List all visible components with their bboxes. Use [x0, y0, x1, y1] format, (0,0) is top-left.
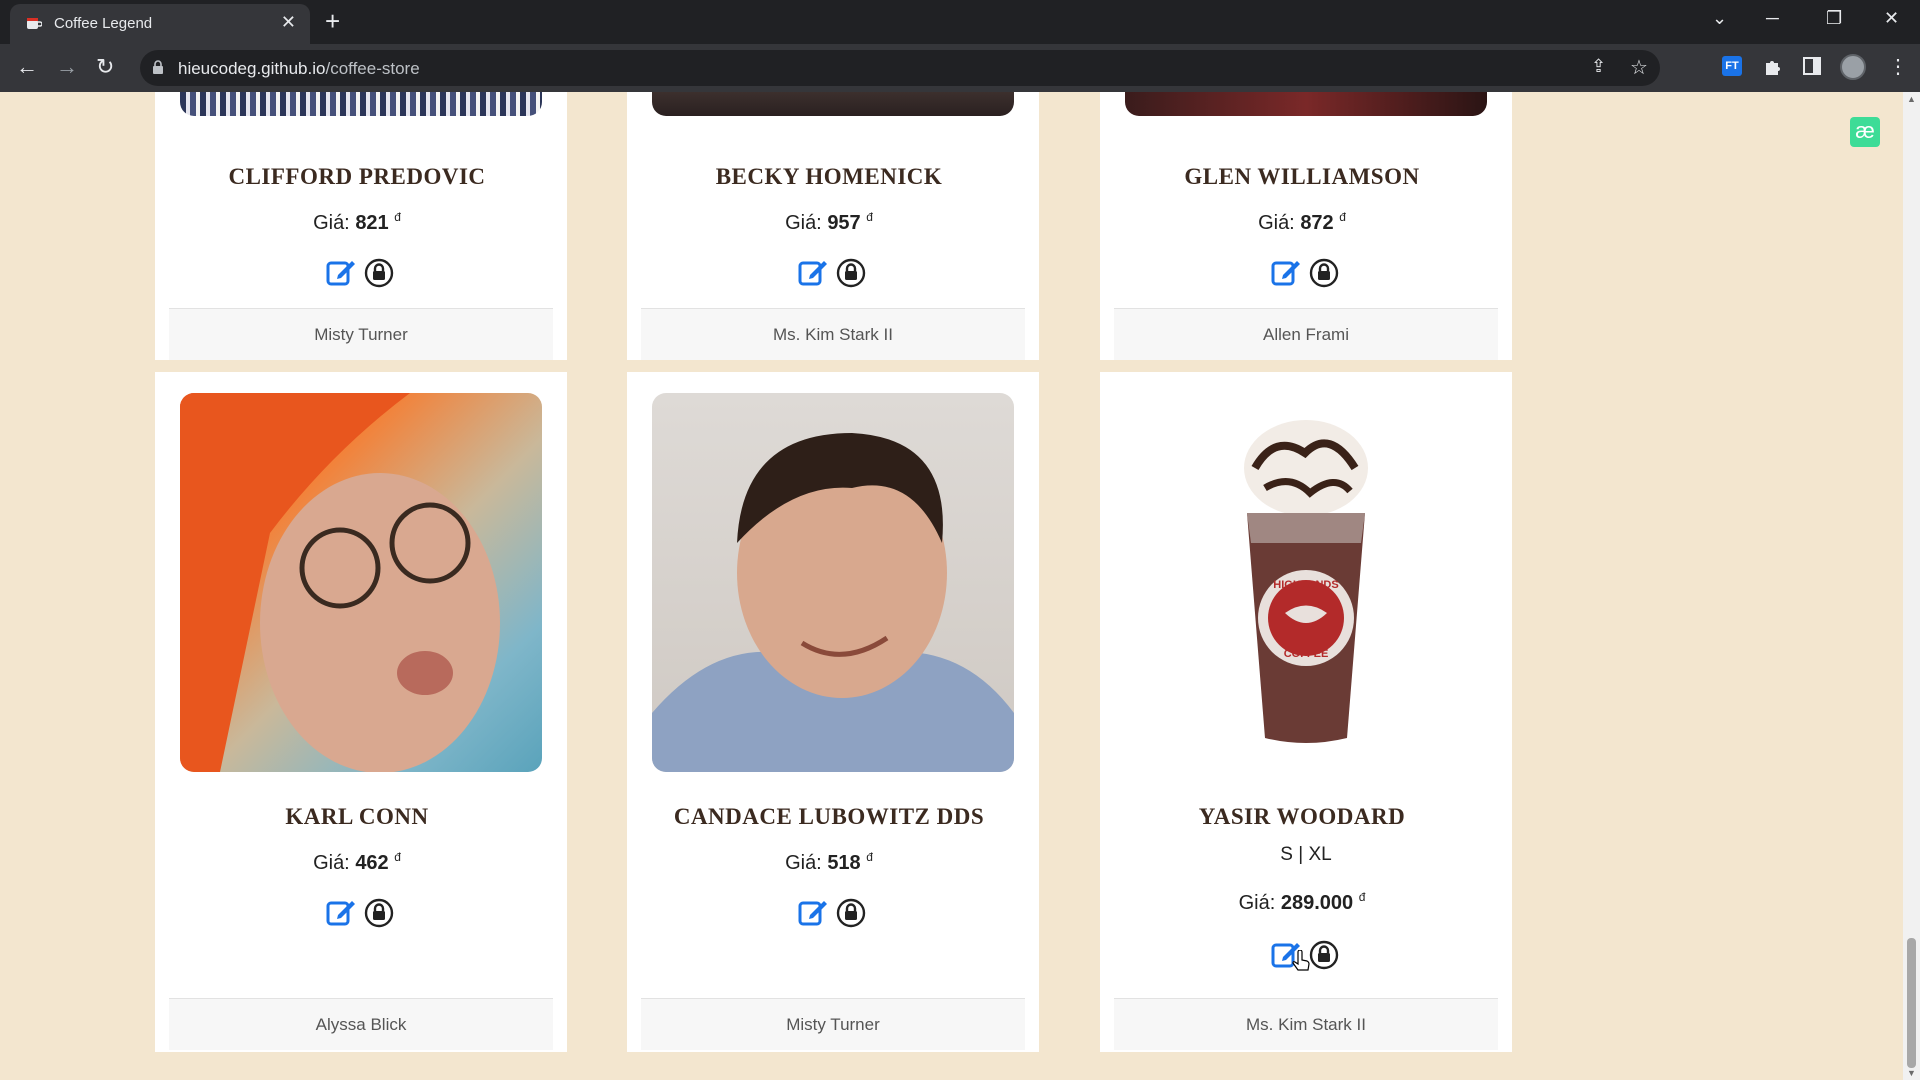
minimize-icon[interactable]: ─: [1766, 8, 1779, 29]
side-panel-icon[interactable]: [1802, 56, 1822, 76]
product-price: Giá: 289.000 đ: [1238, 890, 1366, 914]
product-card: CLIFFORD PREDOVIC Giá: 821 đ Misty Turne…: [155, 92, 567, 360]
product-name: KARL CONN: [285, 804, 429, 829]
scroll-up-icon[interactable]: ▲: [1907, 94, 1916, 104]
card-footer-seller: Misty Turner: [641, 998, 1025, 1050]
product-image: [180, 92, 542, 116]
product-price: Giá: 872 đ: [1258, 210, 1346, 234]
product-image: [652, 393, 1014, 772]
product-image: [652, 92, 1014, 116]
lock-icon[interactable]: [364, 258, 394, 288]
svg-text:HIGHLANDS: HIGHLANDS: [1273, 579, 1338, 591]
tab-search-icon[interactable]: ⌄: [1712, 8, 1727, 29]
product-name: YASIR WOODARD: [1198, 804, 1406, 829]
hand-cursor-icon: [1292, 950, 1310, 971]
coffee-cup-photo: HIGHLANDS COFFEE: [1244, 420, 1368, 743]
close-window-icon[interactable]: ✕: [1884, 8, 1899, 29]
url-text: hieucodeg.github.io/coffee-store: [178, 59, 420, 78]
close-tab-icon[interactable]: ✕: [281, 12, 296, 33]
product-name: CLIFFORD PREDOVIC: [228, 164, 486, 189]
product-sizes: S | XL: [1280, 844, 1332, 865]
scrollbar-thumb[interactable]: [1907, 938, 1916, 1068]
product-name: BECKY HOMENICK: [715, 164, 943, 189]
lock-icon[interactable]: [1309, 940, 1339, 970]
coffee-cup-icon: [27, 18, 42, 29]
product-card: KARL CONN Giá: 462 đ Alyssa Blick: [155, 372, 567, 1052]
restore-icon[interactable]: ❐: [1826, 8, 1842, 29]
card-footer-seller: Misty Turner: [169, 308, 553, 360]
lock-icon[interactable]: [364, 898, 394, 928]
person-photo: [652, 433, 1014, 772]
browser-tab[interactable]: Coffee Legend ✕: [10, 4, 310, 44]
bookmark-star-icon[interactable]: ☆: [1630, 55, 1648, 80]
page-viewport: æ CLIFFORD PREDOVIC Giá: 821 đ Misty Tur…: [0, 92, 1903, 1080]
product-image: [1125, 92, 1487, 116]
product-name: CANDACE LUBOWITZ DDS: [673, 804, 985, 829]
forward-icon[interactable]: →: [56, 54, 78, 80]
lock-icon: [153, 60, 163, 74]
ae-extension-badge[interactable]: æ: [1850, 117, 1880, 147]
product-name: GLEN WILLIAMSON: [1184, 164, 1420, 189]
product-image: [180, 393, 542, 772]
card-actions: [1100, 938, 1512, 972]
lock-icon[interactable]: [836, 898, 866, 928]
profile-avatar[interactable]: [1840, 54, 1866, 80]
product-price: Giá: 518 đ: [785, 850, 873, 874]
edit-icon[interactable]: [325, 896, 357, 928]
product-card: BECKY HOMENICK Giá: 957 đ Ms. Kim Stark …: [627, 92, 1039, 360]
card-footer-seller: Allen Frami: [1114, 308, 1498, 360]
edit-icon[interactable]: [797, 896, 829, 928]
browser-toolbar: ← → ↻ hieucodeg.github.io/coffee-store ☆…: [0, 44, 1920, 92]
product-price: Giá: 462 đ: [313, 850, 401, 874]
product-card: HIGHLANDS COFFEE YASIR WOODARD S | XL Gi…: [1100, 372, 1512, 1052]
edit-icon[interactable]: [1270, 256, 1302, 288]
person-photo: [180, 393, 500, 772]
share-icon[interactable]: ⇪: [1591, 56, 1606, 77]
card-footer-seller: Ms. Kim Stark II: [641, 308, 1025, 360]
product-card: GLEN WILLIAMSON Giá: 872 đ Allen Frami: [1100, 92, 1512, 360]
card-actions: [155, 256, 567, 290]
address-bar[interactable]: hieucodeg.github.io/coffee-store ☆ ⇪: [140, 50, 1660, 86]
card-actions: [155, 896, 567, 930]
product-image: HIGHLANDS COFFEE: [1125, 393, 1487, 772]
puzzle-extensions-icon[interactable]: [1762, 56, 1784, 78]
back-icon[interactable]: ←: [16, 54, 38, 80]
card-footer-seller: Ms. Kim Stark II: [1114, 998, 1498, 1050]
lock-icon[interactable]: [836, 258, 866, 288]
reload-icon[interactable]: ↻: [96, 54, 114, 80]
extension-icon[interactable]: FT: [1722, 56, 1742, 76]
lock-icon[interactable]: [1309, 258, 1339, 288]
card-actions: [627, 256, 1039, 290]
more-menu-icon[interactable]: ⋮: [1888, 54, 1908, 79]
scroll-down-icon[interactable]: ▼: [1907, 1068, 1916, 1078]
new-tab-icon[interactable]: +: [325, 6, 340, 37]
product-card: CANDACE LUBOWITZ DDS Giá: 518 đ Misty Tu…: [627, 372, 1039, 1052]
tab-title: Coffee Legend: [54, 15, 153, 32]
svg-text:COFFEE: COFFEE: [1284, 648, 1329, 660]
page-scrollbar[interactable]: ▲ ▼: [1903, 92, 1920, 1080]
edit-icon[interactable]: [325, 256, 357, 288]
product-price: Giá: 821 đ: [313, 210, 401, 234]
card-actions: [1100, 256, 1512, 290]
browser-tabstrip: Coffee Legend ✕ + ⌄ ─ ❐ ✕: [0, 0, 1920, 44]
product-price: Giá: 957 đ: [785, 210, 873, 234]
edit-icon[interactable]: [797, 256, 829, 288]
card-actions: [627, 896, 1039, 930]
card-footer-seller: Alyssa Blick: [169, 998, 553, 1050]
